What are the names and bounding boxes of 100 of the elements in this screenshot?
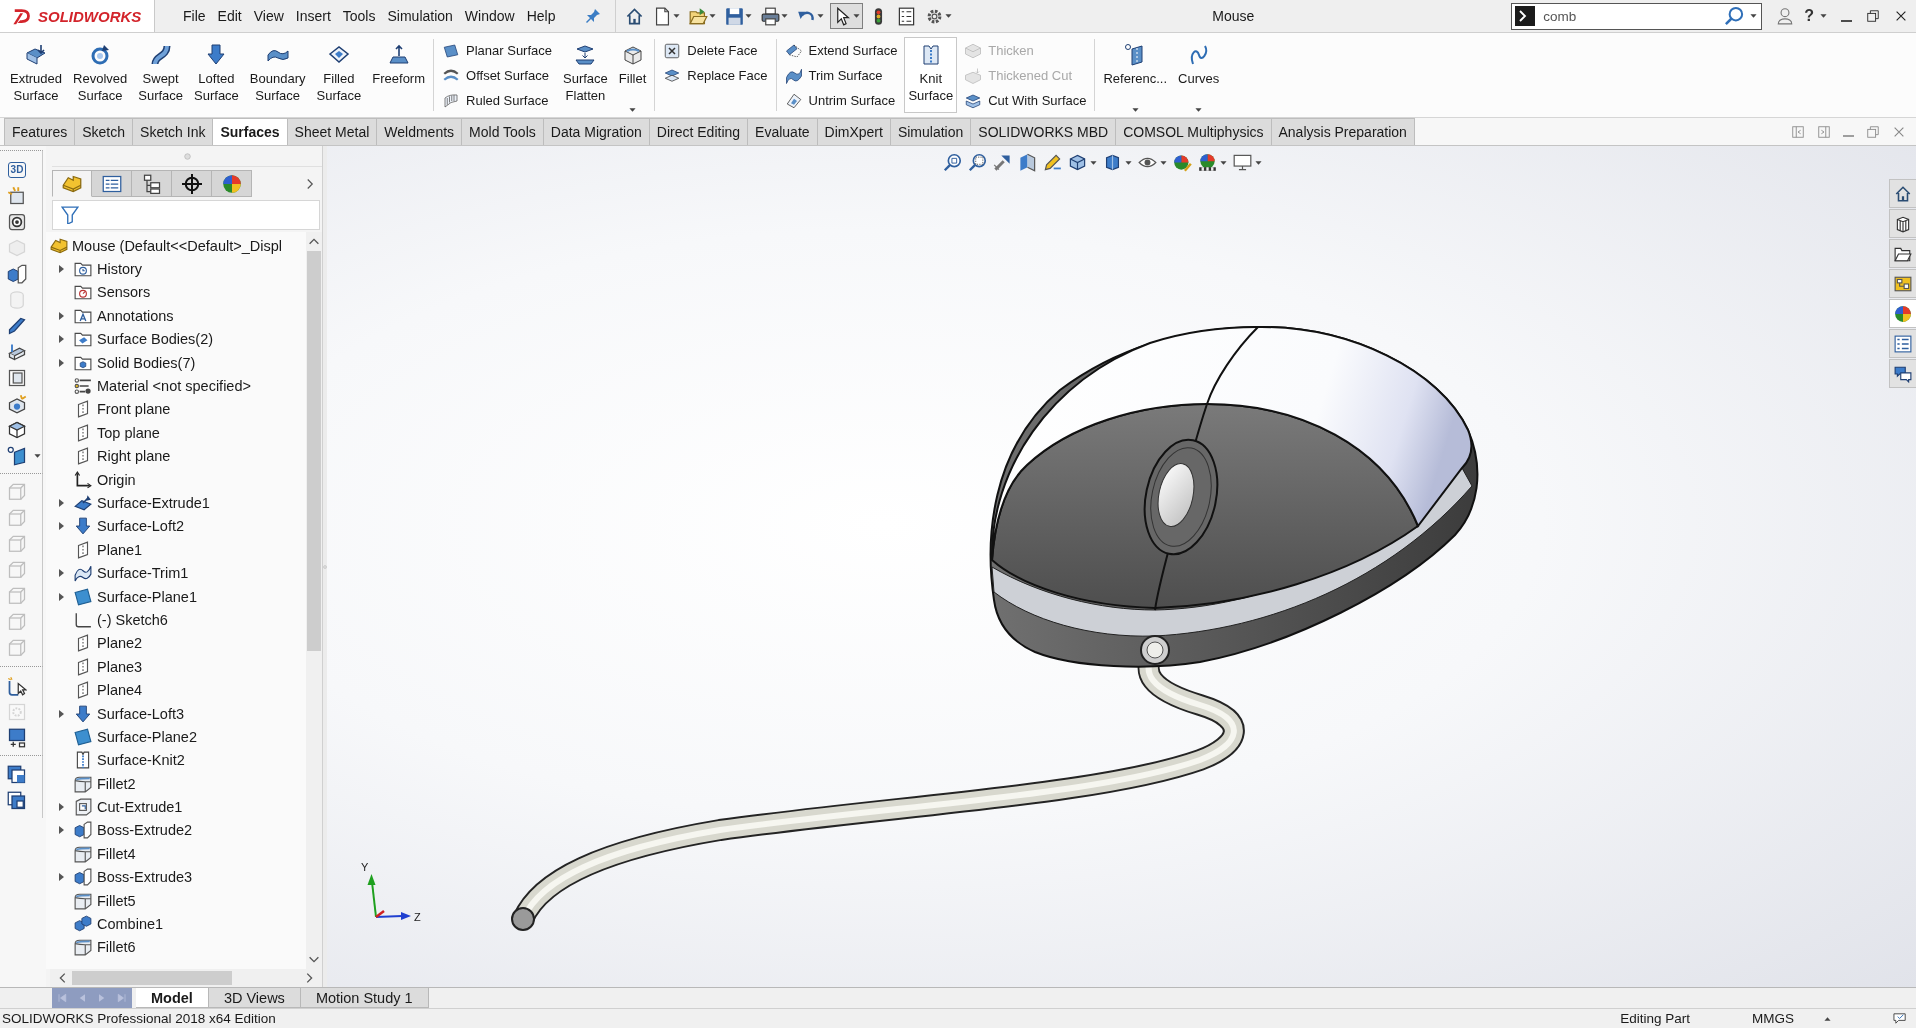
ribbon-button[interactable]: Delete Face (659, 38, 772, 63)
menu-item[interactable]: Help (520, 5, 562, 27)
sketch-outline-icon (74, 610, 92, 629)
task-pane-tab[interactable] (1889, 209, 1916, 238)
tree-item[interactable]: Surface Bodies(2) (97, 331, 214, 348)
view-tab[interactable]: 3D Views (208, 988, 301, 1008)
menu-item[interactable]: View (247, 5, 290, 27)
tree-item[interactable]: Fillet6 (97, 939, 136, 956)
tree-item[interactable]: Surface-Plane2 (97, 728, 197, 745)
command-tab[interactable]: Sketch Ink (133, 118, 214, 145)
command-tab[interactable]: Simulation (890, 118, 972, 145)
ribbon-button[interactable]: Replace Face (659, 63, 772, 88)
tree-item[interactable]: Material <not specified> (97, 378, 251, 395)
command-tab[interactable]: Direct Editing (649, 118, 749, 145)
ribbon-button[interactable]: Extruded Surface (6, 33, 67, 117)
tree-item[interactable]: Fillet4 (97, 845, 136, 862)
task-pane-tab[interactable] (1889, 179, 1916, 208)
command-tab[interactable]: Sheet Metal (287, 118, 378, 145)
view-tab[interactable]: Motion Study 1 (300, 988, 429, 1008)
tree-item[interactable]: Surface-Plane1 (97, 588, 197, 605)
tree-item[interactable]: Top plane (97, 424, 160, 441)
search-field[interactable]: comb (1511, 2, 1763, 30)
tree-item[interactable]: Surface-Knit2 (97, 752, 185, 769)
task-pane-tab[interactable] (1889, 329, 1916, 358)
command-tab[interactable]: Sketch (75, 118, 134, 145)
tree-item[interactable]: Annotations (97, 307, 174, 324)
ribbon-button[interactable]: Cut With Surface (960, 88, 1091, 113)
menu-item[interactable]: Insert (289, 5, 337, 27)
tree-item[interactable]: Mouse (Default<<Default>_Displ (72, 237, 282, 254)
tree-item[interactable]: Surface-Trim1 (97, 565, 189, 582)
command-tab[interactable]: Mold Tools (462, 118, 544, 145)
tree-item[interactable]: Plane3 (97, 658, 143, 675)
ribbon-button[interactable]: Planar Surface (438, 38, 557, 63)
units-selector[interactable]: MMGS (1752, 1011, 1794, 1026)
ribbon-button[interactable]: Revolved Surface (69, 33, 132, 117)
help-button[interactable]: ? (1804, 7, 1814, 25)
ribbon-button[interactable]: Offset Surface (438, 63, 557, 88)
tree-item[interactable]: Plane2 (97, 635, 143, 652)
toolbar-button[interactable]: 3D (2, 157, 32, 183)
task-pane-tab[interactable] (1889, 239, 1916, 268)
menu-item[interactable]: Edit (211, 5, 248, 27)
tree-item[interactable]: Surface-Extrude1 (97, 495, 210, 511)
tree-item[interactable]: (-) Sketch6 (97, 611, 168, 628)
command-tab[interactable]: DimXpert (817, 118, 891, 145)
ribbon-button[interactable]: Lofted Surface (190, 33, 243, 117)
command-tab[interactable]: COMSOL Multiphysics (1116, 118, 1272, 145)
menu-item[interactable]: Window (458, 5, 521, 27)
filter-field[interactable] (52, 200, 320, 230)
task-pane-tab[interactable] (1889, 359, 1916, 388)
graphics-viewport[interactable]: Y Z (327, 146, 1916, 987)
command-tab[interactable]: Analysis Preparation (1271, 118, 1415, 145)
ribbon-button[interactable]: Filled Surface (312, 33, 366, 117)
command-tab[interactable]: SOLIDWORKS MBD (971, 118, 1117, 145)
ribbon-button[interactable]: Boundary Surface (245, 33, 310, 117)
toolbar-button[interactable] (830, 3, 864, 29)
tree-item[interactable]: Origin (97, 471, 136, 488)
task-pane-tab[interactable] (1889, 269, 1916, 298)
ribbon-button[interactable]: Referenc... (1099, 33, 1172, 117)
tree-item[interactable]: Plane1 (97, 541, 143, 558)
menu-item[interactable]: Simulation (381, 5, 459, 27)
tree-item[interactable]: Plane4 (97, 682, 143, 699)
ribbon-button[interactable]: Swept Surface (134, 33, 188, 117)
horizontal-scrollbar[interactable] (50, 969, 322, 987)
panel-tab[interactable] (172, 170, 212, 197)
ribbon-button[interactable]: Freeform (368, 33, 430, 117)
tree-item[interactable]: Right plane (97, 448, 171, 465)
tree-item[interactable]: Cut-Extrude1 (97, 799, 183, 816)
ribbon-button[interactable]: Ruled Surface (438, 88, 557, 113)
ribbon-button[interactable]: Curves (1174, 33, 1224, 117)
ribbon-button[interactable]: Surface Flatten (559, 33, 612, 117)
tree-item[interactable]: Solid Bodies(7) (97, 354, 196, 371)
panel-tab[interactable] (132, 170, 172, 197)
scrollbar-thumb[interactable] (307, 251, 321, 651)
ribbon-button[interactable]: Fillet (614, 33, 651, 117)
panel-tab[interactable] (92, 170, 132, 197)
tree-item[interactable]: Fillet5 (97, 892, 136, 909)
scrollbar-thumb[interactable] (72, 971, 232, 985)
ribbon-button[interactable]: Untrim Surface (780, 88, 902, 113)
tree-item[interactable]: Fillet2 (97, 775, 136, 792)
menu-item[interactable]: Tools (336, 5, 382, 27)
command-tab[interactable]: Data Migration (543, 118, 650, 145)
command-tab[interactable]: Features (4, 118, 76, 145)
tree-item[interactable]: Surface-Loft3 (97, 705, 185, 722)
command-tab[interactable]: Surfaces (213, 118, 288, 145)
ribbon-button[interactable]: Knit Surface (904, 37, 958, 113)
tree-item[interactable]: Boss-Extrude3 (97, 869, 193, 886)
vertical-scrollbar[interactable] (306, 232, 322, 969)
ribbon-button[interactable]: Trim Surface (780, 63, 902, 88)
task-pane-tab[interactable] (1889, 299, 1916, 328)
command-tab[interactable]: Evaluate (748, 118, 818, 145)
menu-item[interactable]: File (177, 5, 212, 27)
command-tab[interactable]: Weldments (377, 118, 463, 145)
ribbon-button[interactable]: Extend Surface (780, 38, 902, 63)
tree-item[interactable]: Surface-Loft2 (97, 518, 185, 535)
tree-item[interactable]: History (97, 261, 143, 278)
tree-item[interactable]: Front plane (97, 401, 171, 418)
view-tab[interactable]: Model (136, 988, 209, 1008)
tree-item[interactable]: Combine1 (97, 916, 164, 932)
tree-item[interactable]: Sensors (97, 284, 151, 301)
tree-item[interactable]: Boss-Extrude2 (97, 822, 193, 839)
